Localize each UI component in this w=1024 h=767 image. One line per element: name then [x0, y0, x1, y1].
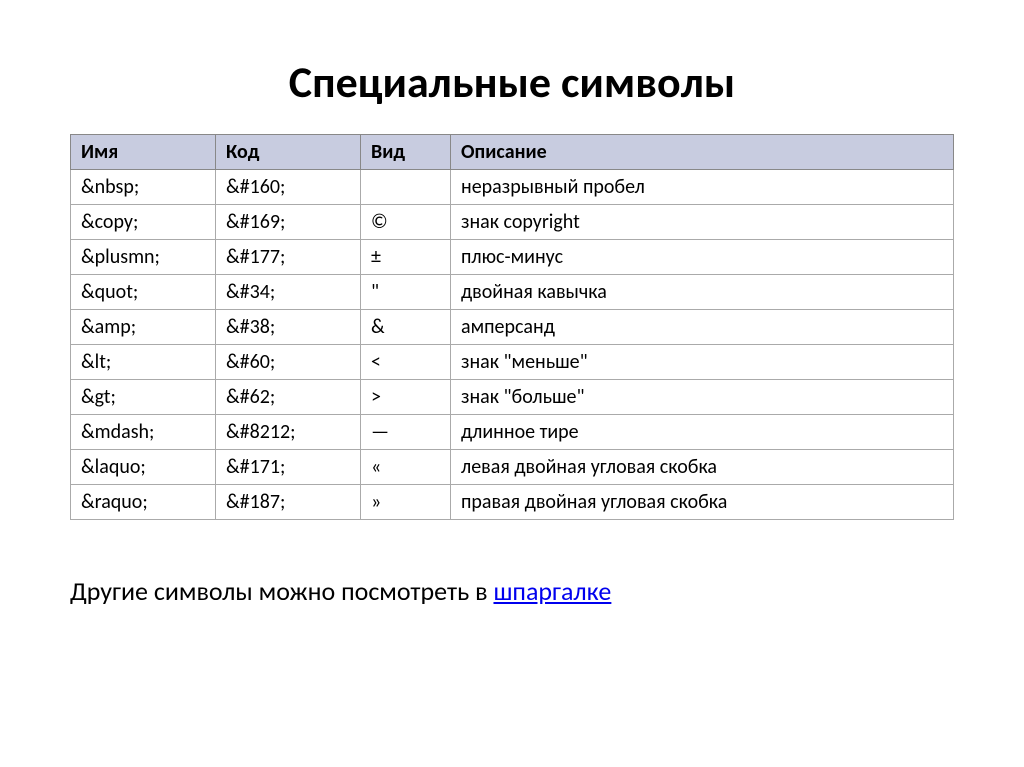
cell-name: &plusmn;: [71, 240, 216, 275]
cell-desc: знак copyright: [451, 205, 954, 240]
symbols-table: Имя Код Вид Описание &nbsp;&#160; неразр…: [70, 134, 954, 520]
cell-view: >: [361, 380, 451, 415]
table-row: &nbsp;&#160; неразрывный пробел: [71, 170, 954, 205]
cell-code: &#34;: [216, 275, 361, 310]
cell-desc: амперсанд: [451, 310, 954, 345]
cheatsheet-link[interactable]: шпаргалке: [493, 575, 611, 607]
cell-view: ±: [361, 240, 451, 275]
cell-view: ": [361, 275, 451, 310]
table-row: &quot;&#34;"двойная кавычка: [71, 275, 954, 310]
cell-code: &#8212;: [216, 415, 361, 450]
cell-name: &amp;: [71, 310, 216, 345]
table-row: &amp;&#38;&амперсанд: [71, 310, 954, 345]
cell-code: &#60;: [216, 345, 361, 380]
table-row: &raquo;&#187;»правая двойная угловая ско…: [71, 485, 954, 520]
cell-code: &#160;: [216, 170, 361, 205]
table-row: &laquo;&#171;«левая двойная угловая скоб…: [71, 450, 954, 485]
cell-name: &raquo;: [71, 485, 216, 520]
page-title: Специальные символы: [70, 55, 954, 109]
cell-code: &#38;: [216, 310, 361, 345]
cell-view: »: [361, 485, 451, 520]
cell-view: [361, 170, 451, 205]
cell-desc: длинное тире: [451, 415, 954, 450]
cell-code: &#171;: [216, 450, 361, 485]
cell-code: &#177;: [216, 240, 361, 275]
table-header-row: Имя Код Вид Описание: [71, 135, 954, 170]
cell-code: &#62;: [216, 380, 361, 415]
header-view: Вид: [361, 135, 451, 170]
cell-view: ©: [361, 205, 451, 240]
cell-view: <: [361, 345, 451, 380]
cell-desc: неразрывный пробел: [451, 170, 954, 205]
footer-prefix: Другие символы можно посмотреть в: [70, 575, 493, 607]
cell-code: &#187;: [216, 485, 361, 520]
cell-desc: плюс-минус: [451, 240, 954, 275]
cell-view: —: [361, 415, 451, 450]
header-code: Код: [216, 135, 361, 170]
table-row: &copy;&#169;©знак copyright: [71, 205, 954, 240]
cell-desc: правая двойная угловая скобка: [451, 485, 954, 520]
footer-note: Другие символы можно посмотреть в шпарга…: [70, 575, 954, 607]
header-name: Имя: [71, 135, 216, 170]
table-row: &lt;&#60;<знак "меньше": [71, 345, 954, 380]
table-row: &gt;&#62;>знак "больше": [71, 380, 954, 415]
cell-desc: левая двойная угловая скобка: [451, 450, 954, 485]
cell-name: &gt;: [71, 380, 216, 415]
cell-name: &copy;: [71, 205, 216, 240]
cell-name: &lt;: [71, 345, 216, 380]
cell-code: &#169;: [216, 205, 361, 240]
cell-view: &: [361, 310, 451, 345]
cell-name: &mdash;: [71, 415, 216, 450]
header-desc: Описание: [451, 135, 954, 170]
cell-desc: знак "меньше": [451, 345, 954, 380]
table-row: &plusmn;&#177;±плюс-минус: [71, 240, 954, 275]
cell-name: &nbsp;: [71, 170, 216, 205]
cell-name: &quot;: [71, 275, 216, 310]
cell-name: &laquo;: [71, 450, 216, 485]
cell-view: «: [361, 450, 451, 485]
table-row: &mdash;&#8212;—длинное тире: [71, 415, 954, 450]
cell-desc: двойная кавычка: [451, 275, 954, 310]
cell-desc: знак "больше": [451, 380, 954, 415]
